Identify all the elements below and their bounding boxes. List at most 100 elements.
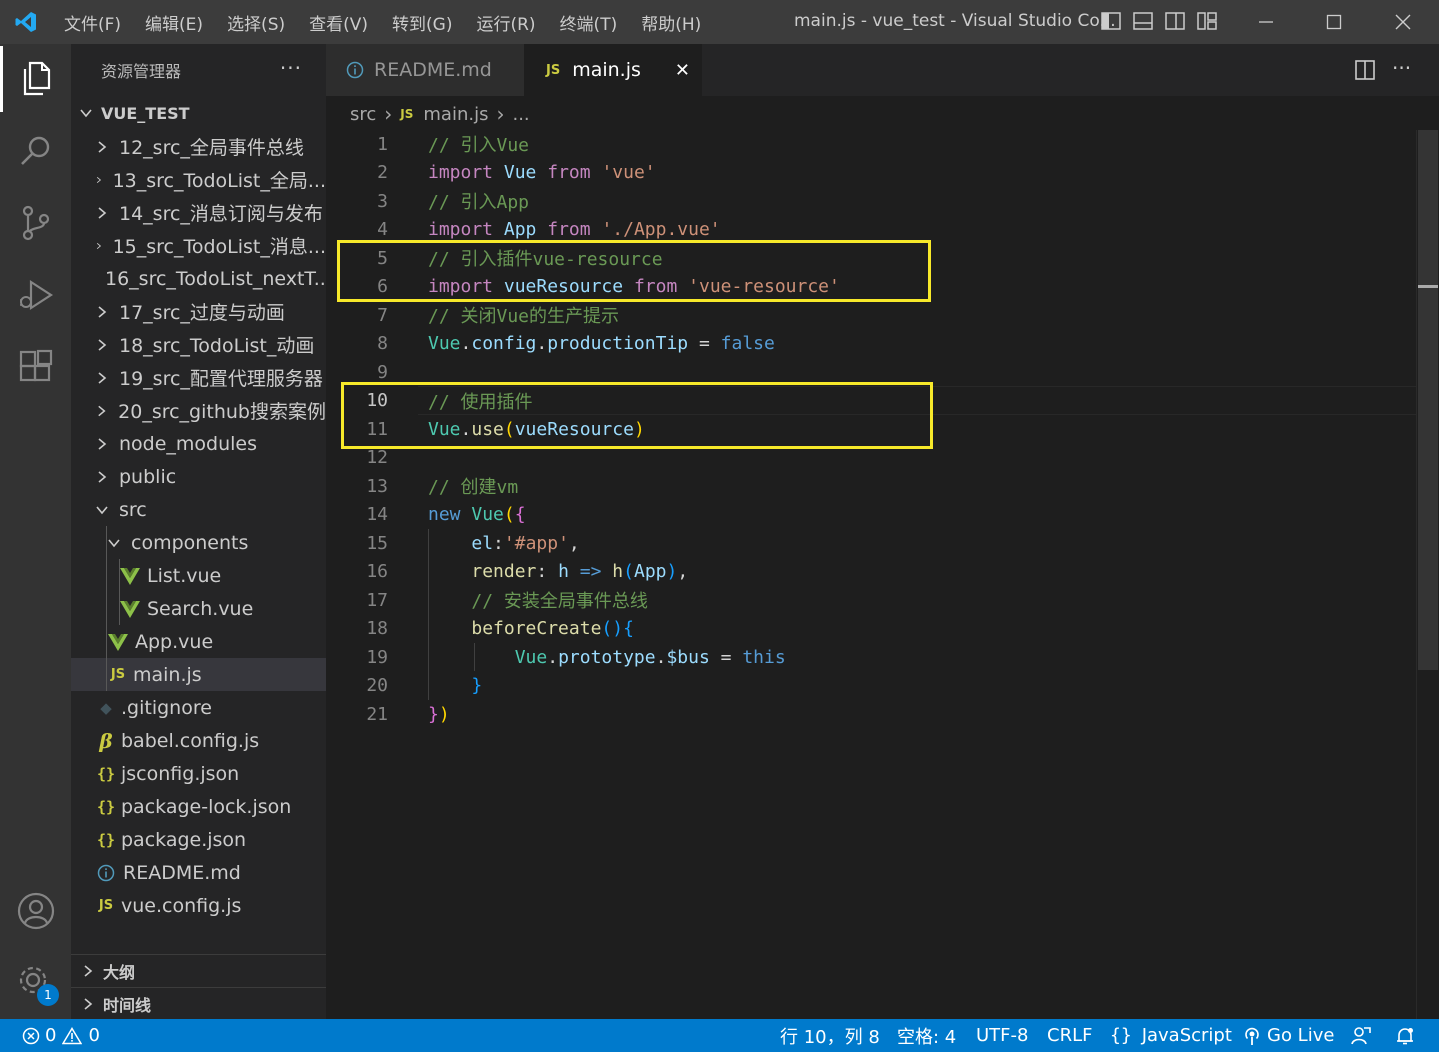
breadcrumb-file[interactable]: main.js: [423, 104, 488, 125]
run-debug-activity[interactable]: [0, 262, 71, 328]
explorer-sidebar: 资源管理器 ··· VUE_TEST 12_src_全局事件总线 13_src_T…: [71, 44, 326, 1019]
code-token: vueResource: [514, 418, 634, 440]
accounts-activity[interactable]: [0, 878, 71, 944]
line-number: 18: [366, 618, 388, 640]
line-number: 7: [377, 304, 388, 326]
minimize-button[interactable]: [1232, 0, 1300, 44]
window-title: main.js - vue_test - Visual Studio Co...: [794, 11, 1116, 31]
problems-status[interactable]: 0 0: [22, 1019, 100, 1052]
notifications-status[interactable]: [1395, 1019, 1415, 1052]
timeline-section[interactable]: 时间线: [71, 987, 326, 1020]
menu-item[interactable]: 转到(G): [392, 10, 452, 35]
code-token: {: [514, 504, 526, 526]
tree-file[interactable]: {} jsconfig.json: [71, 757, 326, 790]
minimize-icon: [1259, 21, 1273, 23]
code-token: .: [547, 646, 559, 668]
tree-folder[interactable]: 14_src_消息订阅与发布: [71, 196, 326, 229]
code-token: ): [666, 561, 678, 583]
more-actions-button[interactable]: ···: [280, 56, 302, 80]
tree-file[interactable]: JS vue.config.js: [71, 889, 326, 922]
line-number: 8: [377, 333, 388, 355]
code-token: el: [471, 532, 494, 554]
close-window-button[interactable]: [1369, 0, 1437, 44]
code-content: el:'#app',: [428, 532, 579, 554]
tree-file[interactable]: β babel.config.js: [71, 724, 326, 757]
code-line: 3 // 引入App: [326, 187, 1416, 216]
code-content: // 关闭Vue的生产提示: [428, 302, 619, 328]
tree-item-label: 17_src_过度与动画: [119, 302, 285, 324]
cursor-position-status[interactable]: 行 10，列 8: [780, 1019, 880, 1052]
tree-folder[interactable]: components: [71, 526, 326, 559]
tree-folder[interactable]: 12_src_全局事件总线: [71, 130, 326, 163]
go-live-status[interactable]: Go Live: [1242, 1019, 1334, 1052]
toggle-panel-icon[interactable]: [1132, 10, 1154, 32]
scrollbar-thumb[interactable]: [1418, 130, 1438, 670]
tree-file[interactable]: List.vue: [71, 559, 326, 592]
code-content: // 使用插件: [428, 388, 533, 414]
code-editor[interactable]: 1 // 引入Vue 2 import Vue from 'vue' 3 // 引入App…: [326, 130, 1416, 1019]
code-token: './App.vue': [601, 219, 721, 241]
menu-item[interactable]: 文件(F): [64, 10, 121, 35]
tree-file[interactable]: ◆ .gitignore: [71, 691, 326, 724]
tree-file[interactable]: {} package-lock.json: [71, 790, 326, 823]
menu-item[interactable]: 编辑(E): [145, 10, 203, 35]
tree-file[interactable]: README.md: [71, 856, 326, 889]
maximize-button[interactable]: [1300, 0, 1368, 44]
tab-main-js[interactable]: JS main.js ✕: [524, 44, 702, 96]
extensions-activity[interactable]: [0, 334, 71, 400]
chevron-right-icon: [96, 242, 102, 249]
menu-item[interactable]: 运行(R): [476, 10, 535, 35]
customize-layout-icon[interactable]: [1196, 10, 1218, 32]
code-token: :: [493, 532, 504, 554]
tree-folder[interactable]: 19_src_配置代理服务器: [71, 361, 326, 394]
encoding-status[interactable]: UTF-8: [976, 1019, 1028, 1052]
tree-folder[interactable]: 16_src_TodoList_nextT...: [71, 262, 326, 295]
explorer-header: 资源管理器 ···: [71, 44, 326, 96]
live-share-status[interactable]: [1350, 1019, 1372, 1052]
json-braces-icon: {}: [96, 764, 116, 783]
code-token: Vue: [471, 504, 504, 526]
tree-folder[interactable]: public: [71, 460, 326, 493]
manage-activity[interactable]: 1: [0, 950, 71, 1016]
indentation-status[interactable]: 空格: 4: [897, 1019, 956, 1052]
project-header[interactable]: VUE_TEST: [71, 96, 326, 130]
tree-file[interactable]: Search.vue: [71, 592, 326, 625]
explorer-activity[interactable]: [0, 46, 71, 112]
code-line: 19 Vue.prototype.$bus = this: [326, 643, 1416, 672]
tree-file[interactable]: {} package.json: [71, 823, 326, 856]
tree-folder[interactable]: src: [71, 493, 326, 526]
eol-status[interactable]: CRLF: [1047, 1019, 1092, 1052]
tab-close-button[interactable]: ✕: [675, 60, 690, 81]
menu-item[interactable]: 选择(S): [227, 10, 285, 35]
code-token: ): [438, 703, 450, 725]
breadcrumb-symbol[interactable]: ...: [512, 104, 529, 125]
tree-folder[interactable]: 20_src_github搜索案例: [71, 394, 326, 427]
menu-item[interactable]: 查看(V): [309, 10, 368, 35]
outline-section[interactable]: 大纲: [71, 954, 326, 987]
code-token: Vue: [503, 162, 537, 184]
language-status[interactable]: {} JavaScript: [1110, 1019, 1232, 1052]
menu-item[interactable]: 帮助(H): [641, 10, 701, 35]
line-number: 19: [366, 646, 388, 668]
code-line: 18 beforeCreate(){: [326, 615, 1416, 644]
tree-indent-guide: [119, 559, 120, 625]
tab-readme[interactable]: README.md: [326, 44, 524, 96]
toggle-sidebar-icon[interactable]: [1100, 10, 1122, 32]
tree-file[interactable]: JS main.js: [71, 658, 326, 691]
split-editor-icon[interactable]: [1354, 59, 1376, 81]
editor-more-actions-button[interactable]: ···: [1392, 56, 1411, 80]
search-activity[interactable]: [0, 118, 71, 184]
toggle-secondary-sidebar-icon[interactable]: [1164, 10, 1186, 32]
tree-folder[interactable]: node_modules: [71, 427, 326, 460]
tree-folder[interactable]: 13_src_TodoList_全局...: [71, 163, 326, 196]
breadcrumb-folder[interactable]: src: [350, 104, 376, 125]
tree-folder[interactable]: 15_src_TodoList_消息...: [71, 229, 326, 262]
menu-item[interactable]: 终端(T): [560, 10, 618, 35]
tree-file[interactable]: App.vue: [71, 625, 326, 658]
tree-folder[interactable]: 18_src_TodoList_动画: [71, 328, 326, 361]
source-control-activity[interactable]: [0, 190, 71, 256]
tree-folder[interactable]: 17_src_过度与动画: [71, 295, 326, 328]
